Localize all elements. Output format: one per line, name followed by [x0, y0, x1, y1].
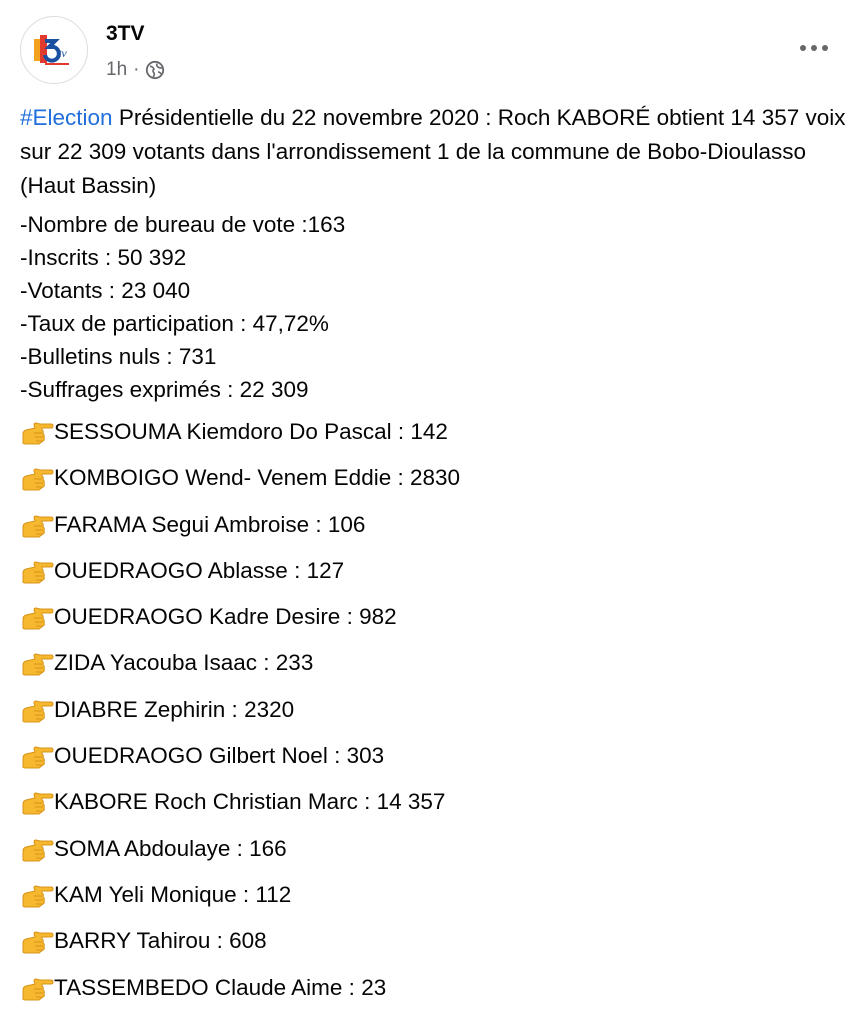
candidate-result: KABORE Roch Christian Marc : 14 357 [54, 789, 446, 815]
pointing-hand-icon [20, 695, 54, 725]
candidate-item: FARAMA Segui Ambroise : 106 [20, 508, 850, 554]
candidate-result: BARRY Tahirou : 608 [54, 928, 267, 954]
post-content: #Election Présidentielle du 22 novembre … [20, 101, 850, 1017]
candidate-item: SOMA Abdoulaye : 166 [20, 832, 850, 878]
post-time[interactable]: 1h [106, 59, 127, 81]
pointing-hand-icon [20, 463, 54, 493]
stats-list: -Nombre de bureau de vote :163 -Inscrits… [20, 208, 850, 406]
pointing-hand-icon [20, 648, 54, 678]
candidate-result: SOMA Abdoulaye : 166 [54, 835, 287, 861]
candidate-item: OUEDRAOGO Kadre Desire : 982 [20, 600, 850, 646]
stat-line: -Taux de participation : 47,72% [20, 311, 329, 336]
post-meta: 1h · [106, 59, 165, 81]
page-avatar[interactable]: tv [20, 16, 88, 84]
candidate-result: DIABRE Zephirin : 2320 [54, 696, 295, 722]
candidate-item: ZIDA Yacouba Isaac : 233 [20, 646, 850, 692]
pointing-hand-icon [20, 556, 54, 586]
stat-line: -Inscrits : 50 392 [20, 245, 187, 270]
pointing-hand-icon [20, 602, 54, 632]
candidate-item: DIABRE Zephirin : 2320 [20, 693, 850, 739]
candidate-item: KABORE Roch Christian Marc : 14 357 [20, 785, 850, 831]
pointing-hand-icon [20, 787, 54, 817]
globe-icon[interactable] [145, 60, 165, 80]
candidate-result: ZIDA Yacouba Isaac : 233 [54, 650, 314, 676]
stat-line: -Suffrages exprimés : 22 309 [20, 377, 309, 402]
pointing-hand-icon [20, 417, 54, 447]
page-name[interactable]: 3TV [106, 22, 145, 46]
more-options-icon[interactable] [794, 34, 834, 62]
candidate-result: OUEDRAOGO Gilbert Noel : 303 [54, 743, 385, 769]
candidate-item: BARRY Tahirou : 608 [20, 924, 850, 970]
stat-line: -Votants : 23 040 [20, 278, 191, 303]
stat-line: -Bulletins nuls : 731 [20, 344, 217, 369]
hashtag-link[interactable]: #Election [20, 105, 113, 130]
post-intro: #Election Présidentielle du 22 novembre … [20, 101, 850, 203]
pointing-hand-icon [20, 834, 54, 864]
candidate-result: KOMBOIGO Wend- Venem Eddie : 2830 [54, 465, 461, 491]
meta-separator: · [133, 59, 140, 80]
candidate-result: OUEDRAOGO Kadre Desire : 982 [54, 604, 397, 630]
pointing-hand-icon [20, 880, 54, 910]
post-header: tv 3TV 1h · [20, 16, 840, 90]
pointing-hand-icon [20, 926, 54, 956]
candidate-list: SESSOUMA Kiemdoro Do Pascal : 142 KOMBOIG… [20, 415, 850, 1017]
svg-text:tv: tv [58, 46, 67, 60]
candidate-result: SESSOUMA Kiemdoro Do Pascal : 142 [54, 419, 448, 444]
candidate-item: OUEDRAOGO Gilbert Noel : 303 [20, 739, 850, 785]
candidate-result: FARAMA Segui Ambroise : 106 [54, 511, 366, 537]
candidate-result: KAM Yeli Monique : 112 [54, 881, 292, 907]
intro-text: Présidentielle du 22 novembre 2020 : Roc… [20, 105, 846, 198]
pointing-hand-icon [20, 973, 54, 1003]
candidate-item: KOMBOIGO Wend- Venem Eddie : 2830 [20, 461, 850, 507]
candidate-item: SESSOUMA Kiemdoro Do Pascal : 142 [20, 415, 850, 461]
pointing-hand-icon [20, 510, 54, 540]
candidate-item: OUEDRAOGO Ablasse : 127 [20, 554, 850, 600]
candidate-result: OUEDRAOGO Ablasse : 127 [54, 557, 345, 583]
3tv-logo-icon: tv [34, 35, 69, 65]
facebook-post: tv 3TV 1h · #Election Présidentielle du … [0, 0, 859, 1024]
pointing-hand-icon [20, 741, 54, 771]
candidate-item: TASSEMBEDO Claude Aime : 23 [20, 971, 850, 1017]
candidate-item: KAM Yeli Monique : 112 [20, 878, 850, 924]
candidate-result: TASSEMBEDO Claude Aime : 23 [54, 974, 387, 1000]
stat-line: -Nombre de bureau de vote :163 [20, 212, 346, 237]
